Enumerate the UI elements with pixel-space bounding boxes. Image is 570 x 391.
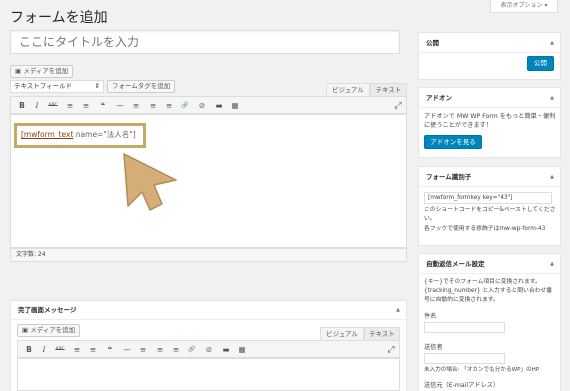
subject-input[interactable]: [424, 322, 505, 333]
horizontal-line-icon[interactable]: —: [122, 344, 132, 356]
fullscreen-icon[interactable]: ⤢: [393, 100, 403, 112]
unlink-icon[interactable]: ⊘: [204, 344, 214, 356]
title-input[interactable]: ここにタイトルを入力: [10, 30, 400, 54]
collapse-arrow-icon[interactable]: ▲: [550, 167, 554, 187]
complete-box-title[interactable]: 完了画面メッセージ: [11, 301, 406, 320]
page-title: フォームを追加: [10, 10, 108, 26]
complete-editor-toolbar: B I ABC ≡ ≡ ❝ — ≡ ≡ ≡ 🔗 ⊘ ▬ ▦ ⤢: [17, 340, 400, 358]
fullscreen-icon[interactable]: ⤢: [386, 344, 396, 356]
form-id-note-copy: このショートコードをコピー&ペーストしてください。: [424, 207, 556, 222]
toolbar-toggle-icon[interactable]: ▦: [237, 344, 247, 356]
publish-box-title[interactable]: 公開: [419, 33, 560, 53]
complete-tab-text[interactable]: テキスト: [364, 327, 400, 340]
align-center-icon[interactable]: ≡: [148, 100, 158, 112]
form-id-box-title[interactable]: フォーム識別子: [419, 167, 560, 187]
select-arrow-icon: ⇕: [94, 82, 100, 90]
align-left-icon[interactable]: ≡: [138, 344, 148, 356]
link-icon[interactable]: 🔗: [187, 344, 197, 356]
bullet-list-icon[interactable]: ≡: [65, 100, 75, 112]
align-right-icon[interactable]: ≡: [164, 100, 174, 112]
add-form-tag-button[interactable]: フォームタグを追加: [107, 80, 176, 93]
toolbar-toggle-icon[interactable]: ▦: [230, 100, 240, 112]
horizontal-line-icon[interactable]: —: [115, 100, 125, 112]
numbered-list-icon[interactable]: ≡: [81, 100, 91, 112]
view-addons-button[interactable]: アドオンを見る: [424, 135, 482, 149]
form-id-note-hook: 各フックで使用する修飾子はmw-wp-form-43: [424, 226, 546, 232]
strikethrough-icon[interactable]: ABC: [48, 100, 58, 112]
more-tag-icon[interactable]: ▬: [221, 344, 231, 356]
subject-label: 件名: [424, 313, 437, 320]
add-media-button[interactable]: ▣ メディアを追加: [10, 65, 74, 78]
collapse-arrow-icon[interactable]: ▲: [396, 301, 400, 320]
sender-input[interactable]: [424, 353, 505, 364]
complete-add-media-button[interactable]: ▣ メディアを追加: [17, 324, 81, 337]
align-left-icon[interactable]: ≡: [131, 100, 141, 112]
link-icon[interactable]: 🔗: [180, 100, 190, 112]
collapse-arrow-icon[interactable]: ▲: [550, 254, 554, 274]
blockquote-icon[interactable]: ❝: [105, 344, 115, 356]
pointer-arrow-icon: [123, 153, 177, 211]
editor-shortcode: [mwform_text name="法人名"]: [21, 130, 136, 139]
more-tag-icon[interactable]: ▬: [214, 100, 224, 112]
auto-reply-description: {キー}でそのフォーム項目に変換されます。{tracking_number} と…: [424, 279, 553, 303]
form-key-shortcode-field[interactable]: [mwform_formkey key="43"]: [424, 192, 552, 204]
strikethrough-icon[interactable]: ABC: [55, 344, 65, 356]
from-address-label: 送信元（E-mailアドレス）: [424, 382, 500, 389]
sender-note: 未入力の場合: 「オカンでも分かるWP」のHP: [424, 367, 540, 373]
bold-icon[interactable]: B: [17, 100, 27, 112]
collapse-arrow-icon[interactable]: ▲: [550, 33, 554, 53]
media-icon: ▣: [15, 67, 24, 75]
numbered-list-icon[interactable]: ≡: [88, 344, 98, 356]
screen-options-button[interactable]: 表示オプション ▾: [490, 0, 558, 13]
editor-toolbar: B I ABC ≡ ≡ ❝ — ≡ ≡ ≡ 🔗 ⊘ ▬ ▦ ⤢: [10, 96, 407, 114]
bullet-list-icon[interactable]: ≡: [72, 344, 82, 356]
tab-text[interactable]: テキスト: [370, 83, 407, 96]
addon-box-title[interactable]: アドオン: [419, 88, 560, 108]
unlink-icon[interactable]: ⊘: [197, 100, 207, 112]
complete-tab-visual[interactable]: ビジュアル: [320, 327, 364, 340]
align-center-icon[interactable]: ≡: [155, 344, 165, 356]
field-type-select[interactable]: テキストフィールド ⇕: [10, 80, 104, 93]
collapse-arrow-icon[interactable]: ▲: [550, 88, 554, 108]
auto-reply-box-title[interactable]: 自動返信メール設定: [419, 254, 560, 274]
blockquote-icon[interactable]: ❝: [98, 100, 108, 112]
align-right-icon[interactable]: ≡: [171, 344, 181, 356]
complete-editor-area[interactable]: [17, 358, 400, 391]
word-count: 文字数: 24: [10, 248, 407, 262]
sender-label: 送信者: [424, 344, 443, 351]
tab-visual[interactable]: ビジュアル: [326, 83, 370, 96]
italic-icon[interactable]: I: [39, 344, 49, 356]
publish-button[interactable]: 公開: [527, 56, 554, 71]
addon-description: アドオンで MW WP Form をもっと簡単・便利に使うことができます！: [424, 113, 556, 129]
italic-icon[interactable]: I: [32, 100, 42, 112]
bold-icon[interactable]: B: [24, 344, 34, 356]
media-icon: ▣: [22, 326, 31, 334]
